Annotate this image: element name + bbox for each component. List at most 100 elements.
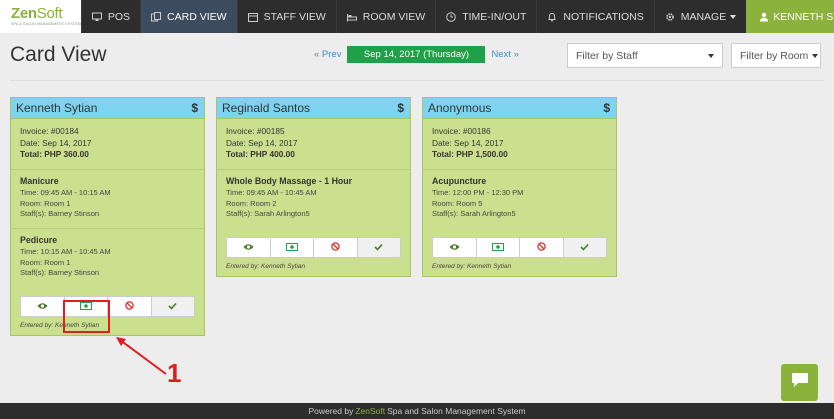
page-title: Card View	[10, 43, 107, 66]
complete-button[interactable]	[562, 236, 607, 258]
service-name: Whole Body Massage - 1 Hour	[226, 175, 353, 186]
invoice-date: Date: Sep 14, 2017	[226, 137, 298, 148]
nav-label: NOTIFICATIONS	[563, 10, 644, 23]
calendar-icon	[247, 12, 258, 22]
cancel-icon	[125, 297, 134, 315]
cancel-button[interactable]	[313, 236, 358, 258]
chevron-down-icon	[708, 53, 714, 58]
cancel-button[interactable]	[519, 236, 564, 258]
cancel-button[interactable]	[107, 295, 152, 317]
filter-room-value: Filter by Room	[740, 49, 809, 62]
view-button[interactable]	[20, 295, 65, 317]
service-staff: Staff(s): Sarah Arlington5	[226, 209, 310, 218]
user-icon	[759, 12, 769, 22]
invoice-date: Date: Sep 14, 2017	[20, 137, 92, 148]
service-name: Acupuncture	[432, 175, 487, 186]
current-date-badge: Sep 14, 2017 (Thursday)	[347, 46, 486, 63]
service-name: Pedicure	[20, 234, 58, 245]
brand-tagline: SPA & SALON MANAGEMENT SYSTEM	[11, 22, 81, 26]
invoice-section: Invoice: #00185 Date: Sep 14, 2017 Total…	[217, 119, 410, 170]
nav-item-notifications[interactable]: NOTIFICATIONS	[536, 0, 653, 33]
service-time: Time: 09:45 AM - 10:45 AM	[226, 188, 317, 197]
card-header: Reginald Santos $	[217, 98, 410, 119]
service-item: Acupuncture Time: 12:00 PM - 12:30 PM Ro…	[423, 170, 616, 228]
entered-by: Entered by: Kenneth Sytian	[226, 262, 306, 270]
view-button[interactable]	[226, 236, 271, 258]
bell-icon	[547, 12, 557, 22]
chat-bubble-icon	[790, 371, 810, 394]
filter-by-staff-select[interactable]: Filter by Staff	[567, 43, 723, 68]
invoice-number: Invoice: #00185	[226, 126, 285, 136]
check-icon	[168, 297, 177, 315]
booking-card: Reginald Santos $ Invoice: #00185 Date: …	[216, 97, 411, 277]
cancel-icon	[537, 238, 546, 256]
chat-button[interactable]	[781, 364, 818, 401]
payment-icon[interactable]: $	[397, 101, 404, 115]
service-time: Time: 12:00 PM - 12:30 PM	[432, 188, 524, 197]
complete-button[interactable]	[150, 295, 195, 317]
entered-by: Entered by: Kenneth Sytian	[432, 262, 512, 270]
nav-item-time-in-out[interactable]: TIME-IN/OUT	[435, 0, 536, 33]
service-name: Manicure	[20, 175, 59, 186]
service-staff: Staff(s): Barney Stinson	[20, 209, 100, 218]
view-button[interactable]	[432, 236, 477, 258]
invoice-total: Total: PHP 1,500.00	[432, 149, 508, 159]
nav-item-card-view[interactable]: CARD VIEW	[140, 0, 237, 33]
customer-name[interactable]: Anonymous	[428, 101, 491, 115]
complete-button[interactable]	[356, 236, 401, 258]
service-time: Time: 09:45 AM - 10:15 AM	[20, 188, 111, 197]
service-room: Room: Room 2	[226, 198, 277, 208]
check-icon	[374, 238, 383, 256]
service-room: Room: Room 5	[432, 198, 483, 208]
card-header: Kenneth Sytian $	[11, 98, 204, 119]
nav-item-staff-view[interactable]: STAFF VIEW	[236, 0, 336, 33]
brand-name: ZenSoft	[11, 5, 63, 22]
card-actions	[226, 236, 401, 258]
user-menu[interactable]: KENNETH SYTIAN	[746, 0, 834, 33]
service-room: Room: Room 1	[20, 257, 71, 267]
customer-name[interactable]: Kenneth Sytian	[16, 101, 97, 115]
user-name: KENNETH SYTIAN	[773, 10, 834, 23]
annotation-highlight-box	[63, 300, 110, 333]
cancel-icon	[331, 238, 340, 256]
gear-icon	[665, 12, 675, 22]
service-room: Room: Room 1	[20, 198, 71, 208]
clock-icon	[446, 11, 457, 22]
annotation-arrow-icon	[116, 337, 167, 375]
card-header: Anonymous $	[423, 98, 616, 119]
cards-icon	[151, 11, 162, 22]
invoice-section: Invoice: #00186 Date: Sep 14, 2017 Total…	[423, 119, 616, 170]
pay-button[interactable]	[475, 236, 520, 258]
check-icon	[580, 238, 589, 256]
service-staff: Staff(s): Sarah Arlington5	[432, 209, 516, 218]
payment-icon[interactable]: $	[191, 101, 198, 115]
card-actions	[432, 236, 607, 258]
nav-item-room-view[interactable]: ROOM VIEW	[335, 0, 435, 33]
nav-item-pos[interactable]: POS	[80, 0, 140, 33]
next-day-link[interactable]: Next »	[491, 49, 518, 60]
nav-label: CARD VIEW	[167, 10, 227, 23]
footer: Powered by ZenSoft Spa and Salon Managem…	[0, 403, 834, 419]
footer-prefix: Powered by	[308, 406, 354, 416]
filter-by-room-select[interactable]: Filter by Room	[731, 43, 821, 68]
brand-logo[interactable]: ZenSoft SPA & SALON MANAGEMENT SYSTEM	[0, 0, 81, 33]
header-divider	[10, 80, 824, 81]
prev-day-link[interactable]: « Prev	[314, 49, 341, 60]
invoice-date: Date: Sep 14, 2017	[432, 137, 504, 148]
invoice-total: Total: PHP 360.00	[20, 149, 89, 159]
nav-label: MANAGE	[680, 10, 727, 23]
service-staff: Staff(s): Barney Stinson	[20, 268, 100, 277]
eye-icon	[243, 238, 254, 256]
nav-item-manage[interactable]: MANAGE	[653, 0, 747, 33]
nav-label: ROOM VIEW	[362, 10, 426, 23]
date-navigator: « Prev Sep 14, 2017 (Thursday) Next »	[314, 46, 519, 63]
nav-label: POS	[107, 10, 131, 23]
service-item: Pedicure Time: 10:15 AM - 10:45 AM Room:…	[11, 229, 204, 287]
chevron-down-icon	[730, 14, 737, 19]
invoice-total: Total: PHP 400.00	[226, 149, 295, 159]
customer-name[interactable]: Reginald Santos	[222, 101, 310, 115]
pay-button[interactable]	[269, 236, 314, 258]
filter-staff-value: Filter by Staff	[576, 49, 638, 62]
payment-icon[interactable]: $	[603, 101, 610, 115]
footer-brand-link[interactable]: ZenSoft	[355, 406, 385, 416]
